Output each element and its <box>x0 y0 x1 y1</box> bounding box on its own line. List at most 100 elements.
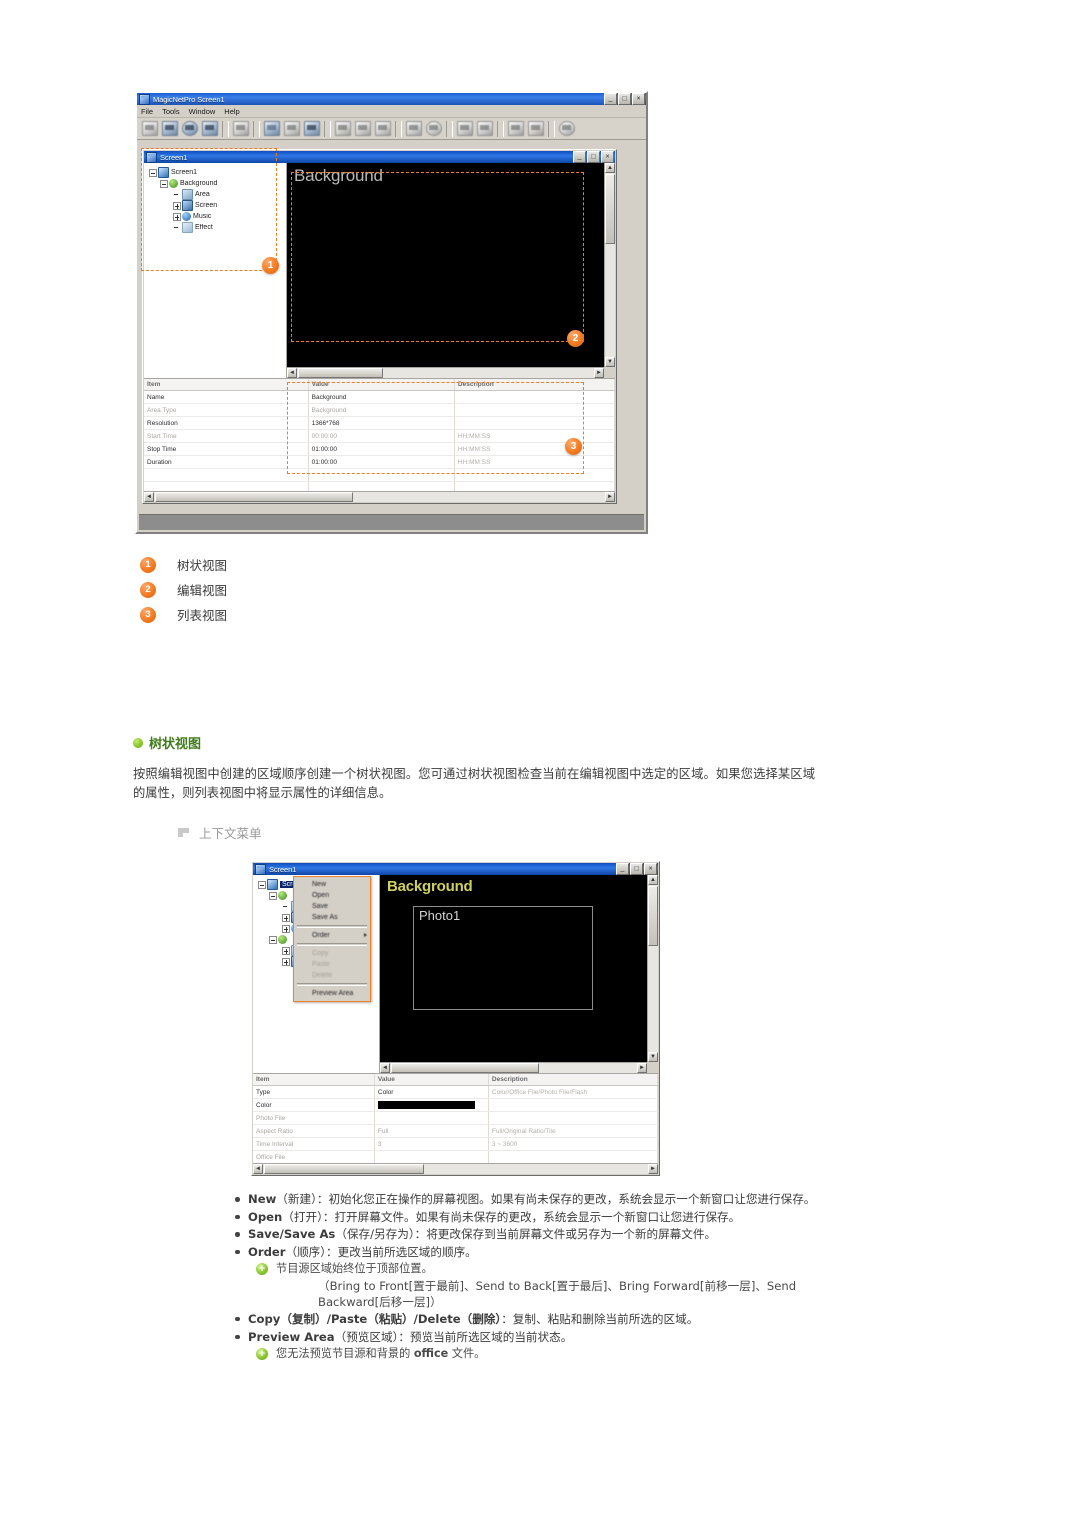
expander-plus-icon[interactable] <box>282 924 290 933</box>
text-icon[interactable] <box>231 120 250 138</box>
minimize-button[interactable]: _ <box>604 93 617 105</box>
prop-value[interactable]: Color <box>374 1085 489 1099</box>
scroll-right-button[interactable]: ► <box>648 1164 658 1174</box>
expander-minus-icon[interactable] <box>269 891 277 900</box>
context-menu[interactable]: New Open Save Save As Order Copy Paste D… <box>293 876 371 1002</box>
scroll-up-button[interactable]: ▲ <box>605 163 615 173</box>
toolbar[interactable] <box>137 118 646 140</box>
mdi-close-button[interactable]: × <box>644 863 657 875</box>
tree-node[interactable]: Effect <box>149 222 286 233</box>
vertical-scroll-thumb[interactable] <box>605 174 615 244</box>
clock-icon[interactable] <box>424 120 443 138</box>
network-icon[interactable] <box>200 120 219 138</box>
table-row[interactable]: Color <box>253 1098 658 1112</box>
scroll-down-button[interactable]: ▼ <box>605 357 615 367</box>
prop-value-swatch[interactable] <box>374 1098 489 1112</box>
scroll-left-button[interactable]: ◄ <box>287 368 297 378</box>
expander-plus-icon[interactable] <box>282 946 290 955</box>
table-row[interactable]: Duration 01:00:00 HH:MM:SS <box>144 455 615 469</box>
expander-minus-icon[interactable] <box>160 179 168 188</box>
edit-vertical-scrollbar[interactable]: ▲ ▼ <box>604 163 615 367</box>
prop-value[interactable]: Background <box>308 403 455 417</box>
edit-canvas[interactable]: Background <box>287 163 604 367</box>
redo-icon[interactable] <box>526 120 545 138</box>
scroll-right-button[interactable]: ► <box>605 492 615 502</box>
bring-to-front-icon[interactable] <box>475 120 494 138</box>
color-swatch[interactable] <box>377 1101 475 1109</box>
monitor-icon[interactable] <box>160 120 179 138</box>
menu-item-save[interactable]: Save <box>294 901 370 912</box>
edit-vertical-scrollbar-2[interactable]: ▲ ▼ <box>647 875 658 1062</box>
scroll-left-button[interactable]: ◄ <box>253 1164 263 1174</box>
menu-bar[interactable]: File Tools Window Help <box>137 105 646 118</box>
column-icon[interactable] <box>404 120 423 138</box>
table-row[interactable]: Resolution 1366*768 <box>144 416 615 430</box>
table-row[interactable]: Photo File <box>253 1111 658 1125</box>
tree-node-list[interactable]: Screen1 Background Area Screen Music Eff… <box>144 163 286 233</box>
globe-icon[interactable] <box>180 120 199 138</box>
scroll-up-button[interactable]: ▲ <box>648 875 658 885</box>
save-icon[interactable] <box>282 120 301 138</box>
horizontal-scroll-thumb[interactable] <box>155 492 353 502</box>
mdi-minimize-button[interactable]: _ <box>573 151 586 163</box>
window-controls[interactable]: _ □ × <box>604 93 645 105</box>
vertical-scroll-thumb[interactable] <box>648 886 658 946</box>
tree-node[interactable]: Music <box>149 211 286 222</box>
table-row[interactable] <box>144 468 615 482</box>
mdi-maximize-button[interactable]: □ <box>630 863 643 875</box>
scroll-right-button[interactable]: ► <box>594 368 604 378</box>
horizontal-scroll-thumb[interactable] <box>264 1164 424 1174</box>
tree-node[interactable]: Background <box>149 178 286 189</box>
expander-plus-icon[interactable] <box>282 957 290 966</box>
menu-help[interactable]: Help <box>224 107 239 116</box>
menu-item-open[interactable]: Open <box>294 890 370 901</box>
edit-horizontal-scrollbar-2[interactable]: ◄ ► <box>380 1062 647 1073</box>
expander-minus-icon[interactable] <box>149 168 157 177</box>
horizontal-scroll-thumb[interactable] <box>391 1063 539 1073</box>
prop-value[interactable]: 00:00:00 <box>308 429 455 443</box>
align-top-icon[interactable] <box>333 120 352 138</box>
mdi-window-controls[interactable]: _ □ × <box>573 151 614 163</box>
list-view[interactable]: Item Value Description Name Background A… <box>144 378 615 502</box>
prop-value[interactable]: 01:00:00 <box>308 442 455 456</box>
tree-node[interactable]: Area <box>149 189 286 200</box>
menu-item-preview-area[interactable]: Preview Area <box>294 988 370 999</box>
scroll-down-button[interactable]: ▼ <box>648 1052 658 1062</box>
menu-item-order[interactable]: Order <box>294 930 370 941</box>
table-row[interactable]: Time Interval 3 3 ~ 3600 <box>253 1137 658 1151</box>
close-button[interactable]: × <box>632 93 645 105</box>
table-row[interactable]: Stop Time 01:00:00 HH:MM:SS <box>144 442 615 456</box>
align-grid-icon[interactable] <box>353 120 372 138</box>
new-screen-icon[interactable] <box>140 120 159 138</box>
edit-view-2[interactable]: Background Photo1 ▲ ▼ ◄ ► <box>380 875 658 1073</box>
table-row[interactable]: Start Time 00:00:00 HH:MM:SS <box>144 429 615 443</box>
tree-node[interactable]: Screen1 <box>149 167 286 178</box>
scroll-right-button[interactable]: ► <box>637 1063 647 1073</box>
prop-value[interactable]: 1366*768 <box>308 416 455 430</box>
expander-plus-icon[interactable] <box>173 201 181 210</box>
mdi-minimize-button[interactable]: _ <box>616 863 629 875</box>
prop-value[interactable] <box>374 1111 489 1125</box>
expander-minus-icon[interactable] <box>269 935 277 944</box>
edit-view[interactable]: Background ▲ ▼ ◄ ► <box>287 163 615 378</box>
expander-plus-icon[interactable] <box>282 913 290 922</box>
mdi-window-controls-2[interactable]: _ □ × <box>616 863 657 875</box>
info-icon[interactable] <box>557 120 576 138</box>
mdi-close-button[interactable]: × <box>601 151 614 163</box>
table-row[interactable]: Type Color Color/Office File/Photo File/… <box>253 1085 658 1099</box>
menu-tools[interactable]: Tools <box>162 107 180 116</box>
list-view-2[interactable]: Item Value Description Type Color Color/… <box>253 1073 658 1174</box>
open-folder-icon[interactable] <box>262 120 281 138</box>
table-row[interactable]: Office File <box>253 1150 658 1164</box>
horizontal-scroll-thumb[interactable] <box>298 368 383 378</box>
menu-item-save-as[interactable]: Save As <box>294 912 370 923</box>
prop-value[interactable]: 3 <box>374 1137 489 1151</box>
menu-window[interactable]: Window <box>189 107 216 116</box>
table-row[interactable]: Aspect Ratio Full Full/Original Ratio/Ti… <box>253 1124 658 1138</box>
photo-area[interactable]: Photo1 <box>413 906 593 1010</box>
expander-minus-icon[interactable] <box>258 880 266 889</box>
scroll-left-button[interactable]: ◄ <box>380 1063 390 1073</box>
menu-item-new[interactable]: New <box>294 879 370 890</box>
edit-canvas-2[interactable]: Background Photo1 <box>380 875 647 1062</box>
menu-file[interactable]: File <box>141 107 153 116</box>
